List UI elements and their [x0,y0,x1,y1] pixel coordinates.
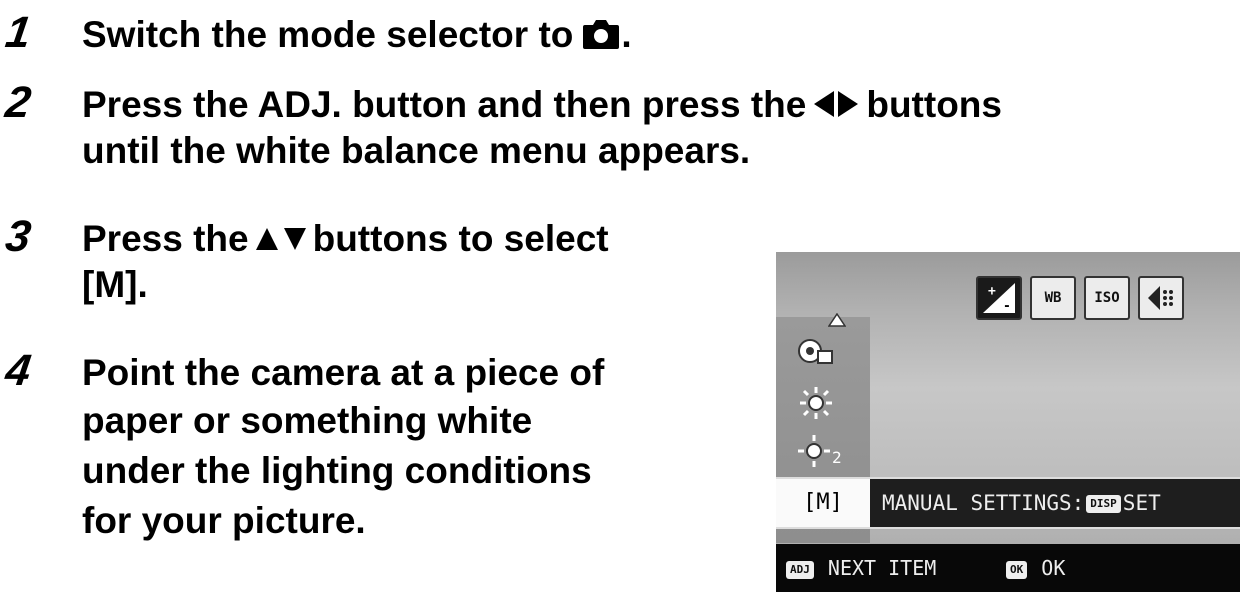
daylight-icon[interactable] [796,385,836,421]
bottom-hint-bar: ADJ NEXT ITEM OK OK [776,544,1240,592]
manual-settings-hint: MANUAL SETTINGS: DISP SET [882,491,1161,515]
up-scroll-icon [828,313,846,327]
svg-text:-: - [1003,299,1011,314]
exposure-comp-icon[interactable]: + - [976,276,1022,320]
step-number: 3 [2,212,34,261]
camera-lcd-screen: + - WB ISO 2 [M] MANUAL SETTINGS: DISP SET … [776,252,1240,592]
up-down-arrows-icon [255,228,306,250]
manual-wb-option[interactable]: [M] [776,479,870,527]
ok-key-icon: OK [1006,560,1028,579]
step-text-line4: for your picture. [82,500,366,541]
step-text-line3: under the lighting conditions [82,450,592,491]
step-text-line2: until the white balance menu appears. [82,130,751,171]
next-item-hint: ADJ NEXT ITEM [784,544,936,592]
quality-icon[interactable] [1138,276,1184,320]
wb-icon[interactable]: WB [1030,276,1076,320]
step-text-line2: [M]. [82,264,148,305]
disp-key-icon: DISP [1086,495,1121,513]
step-text-line2: paper or something white [82,400,533,441]
daylight2-icon[interactable]: 2 [796,433,852,469]
top-icon-bar: + - WB ISO [976,276,1184,320]
selected-menu-row[interactable]: [M] MANUAL SETTINGS: DISP SET [776,477,1240,529]
adj-key-icon: ADJ [786,560,814,579]
auto-wb-icon[interactable] [796,333,836,367]
ok-hint: OK OK [1004,544,1065,592]
svg-text:2: 2 [832,448,842,467]
svg-text:+: + [988,284,996,299]
step-text: Switch the mode selector to . [82,14,632,55]
step-text-line1: Point the camera at a piece of [82,352,605,393]
step-number: 1 [2,8,34,57]
left-right-arrows-icon [814,91,859,117]
step-text: Press the ADJ. button and then press the… [82,84,1002,125]
step-text: Press the buttons to select [82,218,609,259]
camera-mode-icon [583,20,620,49]
step-number: 4 [2,346,34,395]
iso-icon[interactable]: ISO [1084,276,1130,320]
step-number: 2 [2,78,34,127]
